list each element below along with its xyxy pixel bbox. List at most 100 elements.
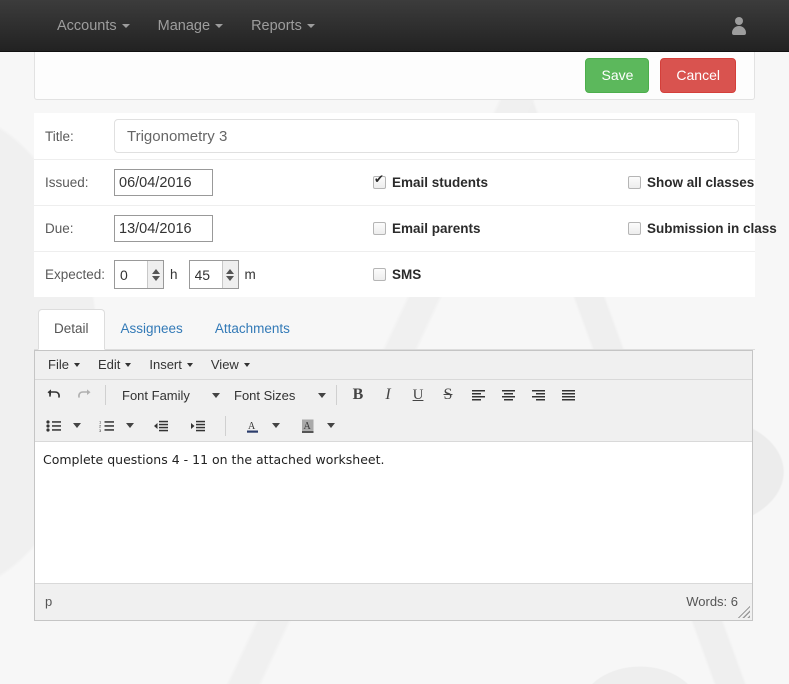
numbered-list-options-caret[interactable] bbox=[121, 414, 139, 438]
expected-hours-stepper[interactable] bbox=[114, 260, 164, 289]
expected-minutes-unit: m bbox=[244, 267, 256, 282]
menu-file[interactable]: File bbox=[39, 354, 89, 375]
text-color-icon[interactable]: A bbox=[239, 414, 267, 438]
tab-attachments[interactable]: Attachments bbox=[199, 309, 306, 350]
checkbox-submission-in-class-box[interactable] bbox=[628, 222, 641, 235]
user-icon[interactable] bbox=[731, 16, 747, 35]
checkbox-submission-in-class[interactable]: Submission in class bbox=[628, 221, 777, 236]
text-color-split-button[interactable]: A bbox=[238, 414, 285, 438]
expected-hours-spin-buttons[interactable] bbox=[147, 261, 163, 288]
toolbar-separator bbox=[225, 415, 226, 436]
nav-label-reports: Reports bbox=[251, 17, 302, 34]
numbered-list-icon[interactable]: 1 2 3 bbox=[93, 414, 121, 438]
bullet-list-split-button[interactable] bbox=[39, 414, 86, 438]
expected-minutes-spin-buttons[interactable] bbox=[221, 261, 238, 288]
editor-resize-handle[interactable] bbox=[738, 605, 750, 618]
indent-icon[interactable] bbox=[184, 414, 212, 438]
chevron-down-icon bbox=[215, 23, 224, 28]
align-justify-icon[interactable] bbox=[554, 383, 582, 407]
checkbox-email-parents-box[interactable] bbox=[373, 222, 386, 235]
editor-content-area[interactable]: Complete questions 4 - 11 on the attache… bbox=[35, 441, 752, 584]
expected-hours-unit: h bbox=[170, 267, 178, 282]
svg-text:3: 3 bbox=[99, 428, 102, 432]
nav-item-accounts[interactable]: Accounts bbox=[43, 0, 144, 51]
editor-statusbar: p Words: 6 bbox=[35, 583, 752, 620]
tab-list: Detail Assignees Attachments bbox=[34, 309, 755, 350]
menu-file-label: File bbox=[48, 357, 69, 373]
italic-icon[interactable]: I bbox=[374, 383, 402, 407]
chevron-down-icon bbox=[212, 392, 220, 398]
nav-label-manage: Manage bbox=[157, 17, 211, 34]
title-input[interactable] bbox=[114, 119, 739, 153]
font-family-label: Font Family bbox=[122, 387, 190, 403]
checkbox-email-parents[interactable]: Email parents bbox=[373, 221, 481, 236]
outdent-icon[interactable] bbox=[147, 414, 175, 438]
background-color-icon[interactable]: A bbox=[294, 414, 322, 438]
tab-detail[interactable]: Detail bbox=[38, 309, 105, 350]
spinner-down-icon[interactable] bbox=[151, 275, 160, 281]
issued-date-input[interactable] bbox=[114, 169, 213, 196]
cancel-button[interactable]: Cancel bbox=[660, 58, 736, 93]
checkbox-show-all-classes-box[interactable] bbox=[628, 176, 641, 189]
font-sizes-label: Font Sizes bbox=[234, 387, 296, 403]
menu-view-label: View bbox=[210, 357, 239, 373]
expected-minutes-input[interactable] bbox=[189, 261, 222, 288]
spinner-up-icon[interactable] bbox=[226, 268, 235, 274]
checkbox-submission-in-class-label: Submission in class bbox=[647, 221, 777, 236]
font-family-select[interactable]: Font Family bbox=[112, 383, 224, 407]
editor-paragraph: Complete questions 4 - 11 on the attache… bbox=[43, 451, 385, 467]
editor-toolbar-row-1: Font Family Font Sizes B I U S bbox=[35, 379, 752, 411]
chevron-down-icon bbox=[327, 423, 335, 429]
expected-hours-input[interactable] bbox=[115, 261, 147, 288]
chevron-down-icon bbox=[73, 423, 81, 429]
bullet-list-options-caret[interactable] bbox=[68, 414, 86, 438]
font-sizes-select[interactable]: Font Sizes bbox=[224, 383, 330, 407]
menu-edit[interactable]: Edit bbox=[89, 354, 140, 375]
nav-item-manage[interactable]: Manage bbox=[144, 0, 237, 51]
strikethrough-icon[interactable]: S bbox=[434, 383, 462, 407]
menu-insert-label: Insert bbox=[149, 357, 182, 373]
align-left-icon[interactable] bbox=[464, 383, 492, 407]
save-button[interactable]: Save bbox=[585, 58, 650, 93]
chevron-down-icon bbox=[126, 423, 134, 429]
toolbar-separator bbox=[336, 385, 337, 406]
underline-icon[interactable]: U bbox=[404, 383, 432, 407]
checkbox-email-students-box[interactable] bbox=[373, 173, 386, 189]
checkbox-sms[interactable]: SMS bbox=[373, 267, 421, 282]
checkbox-sms-box[interactable] bbox=[373, 268, 386, 281]
menu-view[interactable]: View bbox=[202, 354, 259, 375]
form-row-expected: Expected: h m bbox=[34, 251, 755, 297]
checkbox-email-students[interactable]: Email students bbox=[373, 173, 488, 190]
menu-edit-label: Edit bbox=[97, 357, 121, 373]
tabs-section: Detail Assignees Attachments bbox=[34, 309, 755, 350]
align-center-icon[interactable] bbox=[494, 383, 522, 407]
checkbox-show-all-classes-label: Show all classes bbox=[647, 175, 755, 190]
editor-element-path[interactable]: p bbox=[45, 594, 686, 609]
editor-toolbar-row-2: 1 2 3 A A bbox=[35, 410, 752, 442]
background-color-options-caret[interactable] bbox=[322, 414, 340, 438]
undo-icon[interactable] bbox=[40, 383, 68, 407]
expected-minutes-stepper[interactable] bbox=[188, 260, 239, 289]
text-color-options-caret[interactable] bbox=[267, 414, 285, 438]
numbered-list-split-button[interactable]: 1 2 3 bbox=[92, 414, 139, 438]
bold-icon[interactable]: B bbox=[344, 383, 372, 407]
chevron-down-icon bbox=[318, 392, 326, 398]
label-title: Title: bbox=[45, 128, 74, 144]
tab-assignees[interactable]: Assignees bbox=[105, 309, 199, 350]
due-date-input[interactable] bbox=[114, 215, 213, 242]
checkbox-show-all-classes[interactable]: Show all classes bbox=[628, 175, 754, 190]
svg-text:A: A bbox=[304, 421, 312, 432]
nav-item-reports[interactable]: Reports bbox=[237, 0, 329, 51]
navbar-right-section bbox=[731, 0, 789, 51]
top-navbar: Accounts Manage Reports bbox=[0, 0, 789, 52]
bullet-list-icon[interactable] bbox=[40, 414, 68, 438]
menu-insert[interactable]: Insert bbox=[140, 354, 202, 375]
spinner-down-icon[interactable] bbox=[226, 275, 235, 281]
align-right-icon[interactable] bbox=[524, 383, 552, 407]
spinner-up-icon[interactable] bbox=[151, 268, 160, 274]
svg-text:A: A bbox=[248, 421, 256, 432]
background-color-split-button[interactable]: A bbox=[293, 414, 340, 438]
redo-icon[interactable] bbox=[70, 383, 98, 407]
chevron-down-icon bbox=[306, 23, 315, 28]
label-issued: Issued: bbox=[45, 175, 89, 190]
